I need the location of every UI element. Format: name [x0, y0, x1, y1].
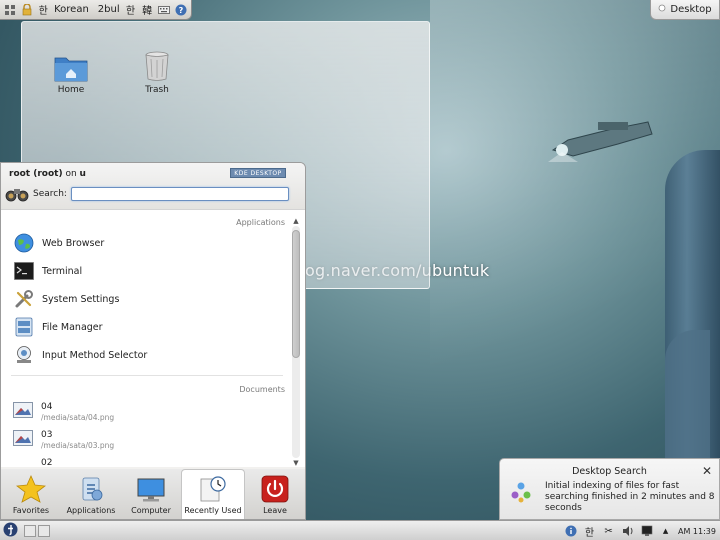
documents-section-header: Documents: [239, 385, 285, 394]
tab-label: Computer: [131, 506, 171, 515]
app-item-web-browser[interactable]: Web Browser: [13, 232, 104, 254]
tab-applications[interactable]: Applications: [61, 469, 121, 519]
help-icon[interactable]: ?: [175, 4, 187, 16]
tab-label: Applications: [66, 506, 116, 515]
tab-label: Favorites: [12, 506, 50, 515]
document-item[interactable]: 04 /media/sata/04.png: [13, 402, 114, 422]
globe-icon: [13, 232, 35, 254]
image-file-icon: [13, 402, 33, 421]
tab-computer[interactable]: Computer: [121, 469, 181, 519]
app-item-input-method-selector[interactable]: Input Method Selector: [13, 344, 147, 366]
document-title: 04: [41, 402, 53, 412]
fedora-launcher-icon[interactable]: [3, 522, 18, 540]
app-item-label: Web Browser: [42, 237, 105, 249]
svg-text:?: ?: [179, 6, 184, 15]
kde-desktop-badge: KDE DESKTOP: [230, 168, 286, 178]
tab-label: Recently Used: [184, 506, 242, 515]
hanja-icon[interactable]: 韓: [141, 4, 153, 17]
language-label[interactable]: Korean: [54, 4, 89, 15]
volume-icon[interactable]: [621, 525, 634, 538]
scroll-thumb[interactable]: [292, 230, 300, 358]
document-title: 03: [41, 430, 53, 440]
tab-recently-used[interactable]: Recently Used: [181, 469, 245, 519]
app-item-terminal[interactable]: Terminal: [13, 260, 82, 282]
user-info: root (root) on u: [9, 169, 86, 179]
desktop-search-notification: Desktop Search ✕ Initial indexing of fil…: [499, 458, 720, 520]
bottom-panel: 한 ✂ ▲ AM 11:39: [0, 520, 720, 540]
system-tray: 한 ✂ ▲ AM 11:39: [564, 523, 716, 539]
desktop-icon-trash-label: Trash: [145, 85, 169, 95]
section-divider: [11, 375, 283, 376]
info-icon[interactable]: [564, 525, 577, 538]
clock[interactable]: AM 11:39: [678, 527, 716, 536]
app-item-label: System Settings: [42, 293, 120, 305]
applications-icon: [82, 477, 103, 501]
desktop-button-label: Desktop: [670, 4, 712, 15]
desktop-icon-home-label: Home: [57, 85, 85, 95]
notification-title: Desktop Search: [572, 466, 647, 477]
desktop-icon-trash[interactable]: Trash: [127, 50, 187, 95]
power-icon: [261, 475, 289, 503]
grid-handle-icon[interactable]: [4, 4, 16, 16]
file-manager-icon: [13, 316, 35, 338]
star-icon: [16, 475, 46, 503]
computer-icon: [137, 478, 165, 502]
app-item-label: File Manager: [42, 321, 103, 333]
close-icon[interactable]: ✕: [700, 464, 714, 478]
input-method-icon: [13, 344, 35, 366]
nepomuk-icon: [511, 482, 531, 503]
desktop-toolbox-icon: [658, 4, 666, 15]
document-path: /media/sata/04.png: [41, 413, 115, 422]
keyboard-layout-label[interactable]: 2bul: [98, 4, 120, 15]
scroll-up-icon[interactable]: ▲: [291, 216, 301, 226]
search-label: Search:: [33, 189, 67, 199]
search-row: Search:: [5, 185, 289, 203]
app-item-label: Terminal: [42, 265, 83, 277]
on-label: on: [65, 169, 77, 179]
tab-label: Leave: [263, 506, 287, 515]
keyboard-icon[interactable]: [158, 4, 170, 16]
host-name: u: [79, 169, 86, 179]
document-item[interactable]: 03 /media/sata/03.png: [13, 430, 114, 450]
notification-body: Initial indexing of files for fast searc…: [545, 481, 715, 513]
document-item[interactable]: 02: [13, 458, 52, 468]
applications-section-header: Applications: [236, 218, 285, 227]
hangul-input-icon[interactable]: 한: [583, 525, 596, 539]
user-name: root (root): [9, 169, 63, 179]
hangul-toggle-icon[interactable]: 한: [125, 4, 137, 17]
home-folder-icon: [54, 57, 88, 82]
pager-desktop-2[interactable]: [38, 524, 50, 537]
app-item-system-settings[interactable]: System Settings: [13, 288, 119, 310]
recently-used-icon: [200, 476, 226, 502]
image-file-icon: [13, 430, 33, 449]
network-icon[interactable]: [640, 525, 653, 538]
app-item-file-manager[interactable]: File Manager: [13, 316, 103, 338]
trash-icon: [145, 51, 169, 81]
tray-expand-icon[interactable]: ▲: [659, 525, 672, 538]
submarine-image: [548, 121, 653, 162]
kickoff-results-list[interactable]: Applications Web Browser Terminal System…: [1, 209, 305, 468]
app-item-label: Input Method Selector: [42, 349, 148, 361]
tab-favorites[interactable]: Favorites: [1, 469, 61, 519]
document-title: 02: [41, 458, 53, 468]
kickoff-menu: root (root) on u KDE DESKTOP Search: App…: [0, 162, 306, 520]
scroll-down-icon[interactable]: ▼: [291, 458, 301, 468]
kickoff-tab-bar: Favorites Applications Computer Recently…: [1, 469, 305, 519]
tab-leave[interactable]: Leave: [245, 469, 305, 519]
klipper-scissors-icon[interactable]: ✂: [602, 525, 615, 538]
binoculars-icon: [5, 189, 29, 202]
pager-desktop-1[interactable]: [24, 524, 36, 537]
lock-icon[interactable]: [21, 3, 33, 16]
kickoff-header: root (root) on u KDE DESKTOP Search:: [1, 163, 305, 209]
search-input[interactable]: [70, 187, 289, 201]
tools-icon: [13, 288, 35, 310]
document-path: /media/sata/03.png: [41, 441, 115, 450]
input-method-panel: 한 Korean 2bul 한 韓 ?: [0, 0, 192, 20]
terminal-icon: [13, 260, 35, 282]
desktop-toolbox-button[interactable]: Desktop: [650, 0, 720, 20]
scroll-track[interactable]: [292, 226, 300, 458]
results-scrollbar[interactable]: ▲ ▼: [291, 216, 301, 468]
desktop-icon-home[interactable]: Home: [41, 52, 101, 95]
hangul-mode-icon[interactable]: 한: [37, 4, 49, 17]
